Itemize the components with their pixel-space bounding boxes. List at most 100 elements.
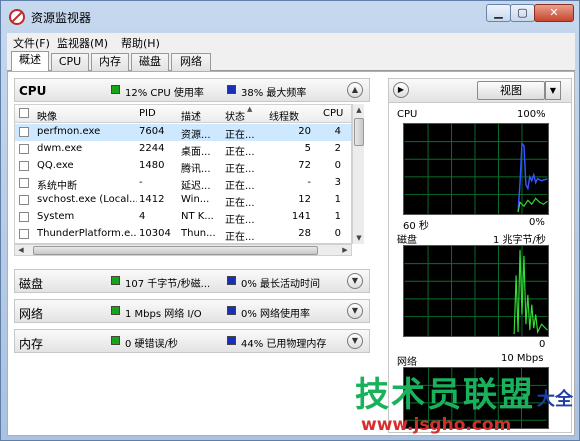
tab-overview[interactable]: 概述 — [11, 51, 49, 72]
table-row[interactable]: ThunderPlatform.e... 10304 Thun... 正在...… — [15, 226, 351, 243]
column-description[interactable]: 描述 — [181, 108, 201, 123]
cpu-graph-max: 100% — [517, 109, 546, 120]
cpu-section-title: CPU — [19, 84, 47, 98]
cell-cpu: 0 — [334, 160, 341, 171]
row-checkbox[interactable] — [19, 144, 29, 154]
cell-image: System — [37, 211, 75, 222]
cell-status: 正在... — [225, 232, 255, 243]
disk-active-indicator — [227, 276, 236, 285]
select-all-checkbox[interactable] — [19, 108, 29, 118]
menu-help[interactable]: 帮助(H) — [121, 35, 160, 51]
chevron-down-icon[interactable]: ▼ — [347, 303, 363, 319]
cell-image: perfmon.exe — [37, 126, 101, 137]
column-cpu[interactable]: CPU — [323, 108, 343, 119]
scroll-right-icon[interactable]: ▶ — [339, 245, 351, 255]
network-io-text: 1 Mbps 网络 I/O — [125, 309, 202, 320]
row-checkbox[interactable] — [19, 161, 29, 171]
cell-threads: 72 — [298, 160, 311, 171]
scroll-left-icon[interactable]: ◀ — [15, 245, 27, 255]
cell-status: 正在... — [225, 198, 255, 209]
cpu-freq-text: 38% 最大频率 — [241, 88, 307, 99]
disk-graph-max: 1 兆字节/秒 — [493, 235, 546, 246]
table-row[interactable]: QQ.exe 1480 腾讯... 正在... 72 0 — [15, 158, 351, 175]
resource-monitor-icon — [9, 9, 25, 25]
row-checkbox[interactable] — [19, 195, 29, 205]
cpu-section-header[interactable]: CPU 12% CPU 使用率 38% 最大频率 ▲ — [14, 78, 370, 102]
table-row[interactable]: System 4 NT K... 正在... 141 1 — [15, 209, 351, 226]
disk-graph-label: 磁盘 — [397, 235, 417, 246]
disk-io-indicator — [111, 276, 120, 285]
menu-monitor[interactable]: 监视器(M) — [57, 35, 108, 51]
table-row[interactable]: perfmon.exe 7604 资源... 正在... 20 4 — [15, 124, 351, 141]
title-bar[interactable]: 资源监视器 ▁ ▢ ✕ — [1, 1, 579, 31]
row-checkbox[interactable] — [19, 127, 29, 137]
cell-description: 腾讯... — [181, 164, 211, 175]
scroll-up-icon[interactable]: ▲ — [354, 104, 364, 116]
close-button[interactable]: ✕ — [534, 4, 574, 22]
cpu-usage-indicator — [111, 85, 120, 94]
chevron-right-icon[interactable]: ▶ — [393, 82, 409, 98]
site-watermark: 技术员联盟 大全 www.jsgho.com — [341, 367, 580, 439]
cell-image: 系统中断 — [37, 181, 77, 192]
row-checkbox[interactable] — [19, 229, 29, 239]
tab-cpu[interactable]: CPU — [51, 53, 89, 71]
network-section-header[interactable]: 网络 1 Mbps 网络 I/O 0% 网络使用率 ▼ — [14, 299, 370, 323]
cell-cpu: 0 — [334, 228, 341, 239]
memory-section-title: 内存 — [19, 337, 44, 351]
cpu-usage-graph — [403, 123, 549, 215]
watermark-side-text: 大全 — [537, 389, 573, 410]
chevron-down-icon[interactable]: ▼ — [347, 333, 363, 349]
maximize-button[interactable]: ▢ — [510, 4, 535, 22]
column-pid[interactable]: PID — [139, 108, 156, 119]
cell-pid: - — [139, 177, 143, 188]
scroll-down-icon[interactable]: ▼ — [354, 232, 364, 244]
table-vertical-scrollbar[interactable]: ▲ ▼ — [352, 104, 364, 244]
cell-pid: 7604 — [139, 126, 165, 137]
watermark-main-text: 技术员联盟 — [355, 375, 535, 415]
cell-status: 正在... — [225, 181, 255, 192]
cpu-graph-label: CPU — [397, 109, 418, 120]
cell-pid: 10304 — [139, 228, 171, 239]
cell-status: 正在... — [225, 215, 255, 226]
network-usage-indicator — [227, 306, 236, 315]
cell-pid: 1480 — [139, 160, 165, 171]
cell-description: Win... — [181, 194, 210, 205]
row-checkbox[interactable] — [19, 178, 29, 188]
cell-description: Thun... — [181, 228, 216, 239]
view-dropdown-icon[interactable]: ▼ — [545, 81, 561, 100]
chevron-down-icon[interactable]: ▼ — [347, 273, 363, 289]
chevron-up-icon[interactable]: ▲ — [347, 82, 363, 98]
row-checkbox[interactable] — [19, 212, 29, 222]
table-row[interactable]: 系统中断 - 延迟... 正在... - 3 — [15, 175, 351, 192]
vertical-scroll-thumb[interactable] — [354, 118, 364, 146]
tab-memory[interactable]: 内存 — [91, 53, 129, 71]
horizontal-scroll-thumb[interactable] — [33, 246, 318, 255]
cell-image: QQ.exe — [37, 160, 74, 171]
cell-threads: 20 — [298, 126, 311, 137]
table-row[interactable]: svchost.exe (Local... 1412 Win... 正在... … — [15, 192, 351, 209]
disk-section-header[interactable]: 磁盘 107 千字节/秒磁... 0% 最长活动时间 ▼ — [14, 269, 370, 293]
minimize-button[interactable]: ▁ — [486, 4, 511, 22]
tab-disk[interactable]: 磁盘 — [131, 53, 169, 71]
column-image[interactable]: 映像 — [37, 108, 57, 123]
table-horizontal-scrollbar[interactable]: ◀ ▶ — [14, 244, 352, 256]
tab-network[interactable]: 网络 — [171, 53, 211, 71]
cell-description: 桌面... — [181, 147, 211, 158]
table-header: 映像 PID 描述 ▲ 状态 线程数 CPU — [15, 105, 351, 123]
cell-threads: 12 — [298, 194, 311, 205]
sort-arrow-icon: ▲ — [247, 105, 253, 113]
view-button[interactable]: 视图 — [477, 81, 545, 100]
menu-file[interactable]: 文件(F) — [13, 35, 50, 51]
memory-used-text: 44% 已用物理内存 — [241, 339, 327, 350]
tab-bar: 概述 CPU 内存 磁盘 网络 — [7, 51, 575, 72]
watermark-url: www.jsgho.com — [361, 415, 512, 435]
column-threads[interactable]: 线程数 — [269, 108, 299, 123]
table-row[interactable]: dwm.exe 2244 桌面... 正在... 5 2 — [15, 141, 351, 158]
memory-section-header[interactable]: 内存 0 硬错误/秒 44% 已用物理内存 ▼ — [14, 329, 370, 353]
column-status[interactable]: 状态 — [225, 108, 245, 123]
cell-cpu: 1 — [334, 211, 341, 222]
cell-description: 延迟... — [181, 181, 211, 192]
cell-pid: 2244 — [139, 143, 165, 154]
disk-active-text: 0% 最长活动时间 — [241, 279, 321, 290]
cell-cpu: 4 — [334, 126, 341, 137]
